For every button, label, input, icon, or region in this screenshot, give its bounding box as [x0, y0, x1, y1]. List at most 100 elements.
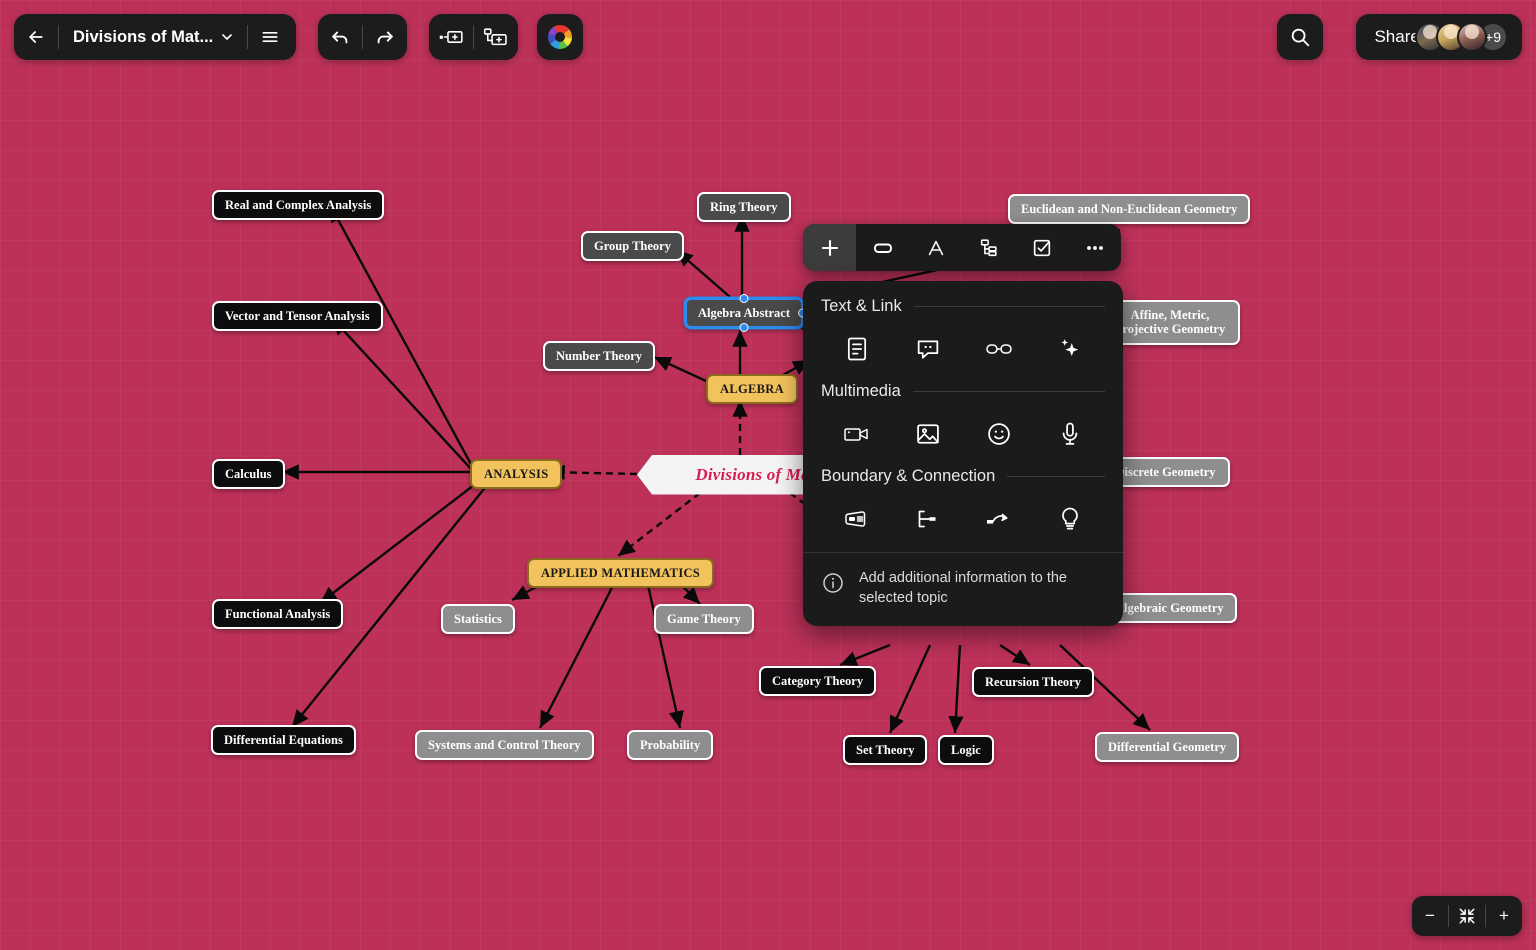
- mindmap-node-euclidean[interactable]: Euclidean and Non-Euclidean Geometry: [1008, 194, 1251, 225]
- mindmap-node-ringtheory[interactable]: Ring Theory: [697, 192, 791, 223]
- insert-ai-button[interactable]: [1034, 332, 1105, 366]
- menu-button[interactable]: [248, 14, 292, 60]
- redo-button[interactable]: [363, 14, 407, 60]
- edge: [328, 204, 474, 467]
- summary-icon: [918, 510, 935, 528]
- undo-button[interactable]: [318, 14, 362, 60]
- structure-icon: [980, 238, 997, 256]
- theme-button[interactable]: [537, 14, 583, 60]
- insert-summary-button[interactable]: [892, 502, 963, 536]
- mindmap-node-numbertheory[interactable]: Number Theory: [543, 341, 655, 372]
- mindmap-node-applied[interactable]: APPLIED MATHEMATICS: [527, 558, 715, 589]
- fit-to-screen-icon: [1459, 908, 1475, 924]
- mindmap-node-diffgeo[interactable]: Differential Geometry: [1095, 732, 1240, 763]
- task-checkbox-icon: [1033, 239, 1050, 256]
- mindmap-node-settheory[interactable]: Set Theory: [843, 735, 928, 766]
- mindmap-node-statistics[interactable]: Statistics: [441, 604, 515, 635]
- mindmap-node-realcomplex[interactable]: Real and Complex Analysis: [212, 190, 385, 221]
- video-icon: [843, 428, 868, 441]
- relationship-icon: [986, 513, 1008, 524]
- toolbar-font-button[interactable]: [909, 224, 962, 271]
- insert-link-button[interactable]: [963, 332, 1034, 366]
- edge: [839, 643, 891, 667]
- edge: [675, 249, 731, 298]
- edge: [617, 492, 701, 557]
- node-label: Logic: [951, 743, 981, 757]
- link-icon: [985, 344, 1012, 354]
- add-sibling-topic-icon: [439, 31, 463, 43]
- insert-callout-button[interactable]: [1034, 502, 1105, 536]
- node-resize-handle[interactable]: [739, 294, 749, 303]
- add-topic-pill: [429, 14, 518, 60]
- toolbar-shape-button[interactable]: [856, 224, 909, 271]
- mindmap-node-vectortensor[interactable]: Vector and Tensor Analysis: [212, 301, 383, 332]
- mindmap-node-recursion[interactable]: Recursion Theory: [972, 667, 1094, 698]
- section-rule: [913, 306, 1105, 307]
- page-title: Divisions of Mat...: [73, 27, 214, 46]
- mindmap-node-diffeq[interactable]: Differential Equations: [211, 725, 356, 756]
- zoom-out-button[interactable]: −: [1412, 896, 1448, 936]
- mindmap-app: Divisions of Mathematics ANALYSIS ALGEBRA A…: [0, 0, 1536, 950]
- panel-section-multimedia-header: Multimedia: [803, 382, 1123, 401]
- mindmap-node-systems[interactable]: Systems and Control Theory: [415, 730, 594, 761]
- section-title: Boundary & Connection: [821, 467, 996, 485]
- shape-icon: [873, 243, 892, 253]
- section-title: Multimedia: [821, 382, 901, 400]
- fit-to-screen-button[interactable]: [1449, 896, 1485, 936]
- panel-section-multimedia-items: [803, 407, 1123, 467]
- collaborator-avatars[interactable]: +9: [1415, 22, 1508, 52]
- chevron-down-icon: [222, 34, 233, 40]
- top-toolbar: Divisions of Mat... Share u +9: [0, 0, 1536, 74]
- mindmap-node-algebra[interactable]: ALGEBRA: [706, 374, 798, 405]
- insert-image-button[interactable]: [892, 417, 963, 451]
- mindmap-node-calculus[interactable]: Calculus: [212, 459, 285, 490]
- more-options-icon: [1086, 245, 1103, 250]
- insert-boundary-button[interactable]: [821, 502, 892, 536]
- insert-video-button[interactable]: [821, 417, 892, 451]
- insert-audio-button[interactable]: [1034, 417, 1105, 451]
- insert-note-button[interactable]: [821, 332, 892, 366]
- document-title-button[interactable]: Divisions of Mat...: [59, 14, 247, 60]
- toolbar-task-button[interactable]: [1015, 224, 1068, 271]
- node-label: Algebra Abstract: [698, 306, 790, 320]
- mindmap-node-algabstract[interactable]: Algebra Abstract: [684, 294, 807, 333]
- add-subtopic-icon: [483, 28, 507, 46]
- add-sibling-topic-button[interactable]: [429, 14, 473, 60]
- comment-icon: [917, 340, 938, 359]
- mindmap-node-grouptheory[interactable]: Group Theory: [581, 231, 684, 262]
- mindmap-node-gametheory[interactable]: Game Theory: [654, 604, 754, 635]
- node-label: Systems and Control Theory: [428, 738, 581, 752]
- toolbar-add-button[interactable]: [803, 224, 856, 271]
- mindmap-node-logic[interactable]: Logic: [938, 735, 994, 766]
- toolbar-structure-button[interactable]: [962, 224, 1015, 271]
- zoom-in-button[interactable]: +: [1486, 896, 1522, 936]
- mindmap-node-functional[interactable]: Functional Analysis: [212, 599, 344, 630]
- back-button[interactable]: [14, 14, 58, 60]
- share-button[interactable]: Share u +9: [1356, 14, 1522, 60]
- mindmap-node-probability[interactable]: Probability: [627, 730, 714, 761]
- undo-icon: [332, 31, 348, 44]
- mindmap-node-analysis[interactable]: ANALYSIS: [470, 459, 563, 490]
- node-label: Functional Analysis: [225, 607, 331, 621]
- edge: [948, 644, 964, 734]
- insert-relationship-button[interactable]: [963, 502, 1034, 536]
- panel-section-text-link-header: Text & Link: [803, 297, 1123, 316]
- node-label: Game Theory: [667, 612, 741, 626]
- insert-sticker-button[interactable]: [963, 417, 1034, 451]
- node-label: Ring Theory: [710, 200, 778, 214]
- mindmap-node-category[interactable]: Category Theory: [759, 666, 877, 697]
- search-button[interactable]: [1277, 14, 1323, 60]
- edge: [888, 644, 932, 734]
- avatar[interactable]: [1457, 22, 1487, 52]
- add-subtopic-button[interactable]: [474, 14, 518, 60]
- node-label: Calculus: [225, 467, 272, 481]
- redo-icon: [377, 31, 393, 44]
- hamburger-menu-icon: [262, 32, 278, 43]
- toolbar-more-button[interactable]: [1068, 224, 1121, 271]
- font-icon: [928, 240, 943, 255]
- history-pill: [318, 14, 407, 60]
- node-label: Differential Geometry: [1108, 740, 1227, 754]
- node-resize-handle[interactable]: [739, 323, 749, 333]
- insert-comment-button[interactable]: [892, 332, 963, 366]
- sticker-icon: [987, 423, 1010, 445]
